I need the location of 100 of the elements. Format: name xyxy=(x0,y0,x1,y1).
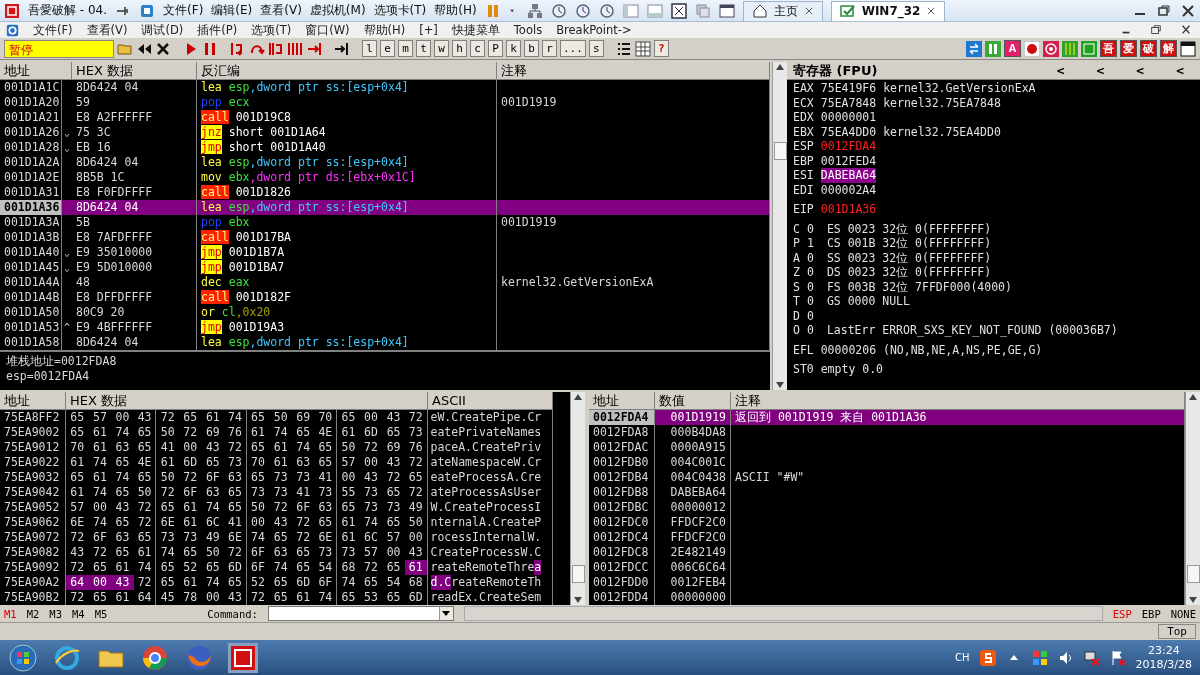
record-icon[interactable] xyxy=(1024,40,1040,57)
command-field[interactable] xyxy=(267,606,454,621)
grid-icon[interactable] xyxy=(634,40,651,57)
scroll-up-icon[interactable] xyxy=(776,64,784,70)
scroll-up-icon[interactable] xyxy=(1189,394,1197,400)
tab[interactable]: 主页 xyxy=(742,0,823,21)
plugin-button[interactable]: 破 xyxy=(1140,40,1157,57)
register-value[interactable]: 001D1A36 xyxy=(820,202,877,217)
register-value[interactable]: 75E419F6 xyxy=(820,81,877,96)
scroll-down-icon[interactable] xyxy=(574,597,582,603)
scrollbar[interactable] xyxy=(772,62,787,390)
register-value[interactable]: 75EA7848 xyxy=(820,95,877,110)
stack-row[interactable]: 0012FDA4 001D1919 返回到 001D1919 来自 001D1A36 xyxy=(589,410,1185,425)
disasm-row[interactable]: 001D1A21 E8 A2FFFFFF call 001D19C8 xyxy=(0,110,770,125)
plugin-button[interactable]: 吾 xyxy=(1100,40,1117,57)
menu-item[interactable]: 文件(F) xyxy=(33,22,73,38)
memory-mark[interactable]: M5 xyxy=(94,607,108,620)
register-value[interactable]: 75EA4DD0 xyxy=(820,124,877,139)
menu-item[interactable]: Tools xyxy=(513,23,543,37)
window-button[interactable]: s xyxy=(588,40,604,57)
window-button[interactable]: h xyxy=(452,40,467,57)
restore-icon[interactable] xyxy=(1148,24,1164,36)
target-icon[interactable] xyxy=(1043,40,1059,57)
menu-item[interactable]: 文件(F) xyxy=(163,2,204,19)
action-center-icon[interactable] xyxy=(1109,649,1126,666)
close-icon[interactable] xyxy=(1180,3,1196,18)
register-value[interactable]: 0012FDA4 xyxy=(820,139,877,154)
network-icon[interactable] xyxy=(1083,649,1100,666)
menu-item[interactable]: 选项(T) xyxy=(251,22,292,38)
plugin-button[interactable]: 解 xyxy=(1160,40,1177,57)
clock-icon[interactable] xyxy=(574,2,591,19)
column-header[interactable]: 地址 xyxy=(0,62,72,80)
clock-icon[interactable] xyxy=(550,2,567,19)
language-indicator[interactable]: CH xyxy=(955,652,970,663)
scrollbar[interactable] xyxy=(570,392,585,605)
disasm-row[interactable]: 001D1A4B E8 DFFDFFFF call 001D182F xyxy=(0,290,770,305)
menu-item[interactable]: 查看(V) xyxy=(260,2,302,19)
window-button[interactable]: w xyxy=(434,40,449,57)
disasm-row[interactable]: 001D1A40 ⌄ E9 35010000 jmp 001D1B7A xyxy=(0,245,770,260)
flag-value[interactable]: 0 xyxy=(806,221,814,236)
app-icon[interactable] xyxy=(228,642,258,673)
menu-item[interactable]: 编辑(E) xyxy=(211,2,253,19)
register-value[interactable]: 00000001 xyxy=(820,110,877,125)
network-icon[interactable] xyxy=(526,2,543,19)
plugin-button[interactable]: 爱 xyxy=(1120,40,1137,57)
flag-value[interactable]: 0 xyxy=(806,323,814,338)
window-button[interactable]: r xyxy=(542,40,557,57)
disasm-row[interactable]: 001D1A28 ⌄ EB 16 jmp short 001D1A40 xyxy=(0,140,770,155)
restore-icon[interactable] xyxy=(1156,3,1172,18)
column-header[interactable]: ASCII xyxy=(428,392,553,410)
window-button[interactable]: t xyxy=(416,40,431,57)
disasm-row[interactable]: 001D1A1C 8D6424 04 lea esp,dword ptr ss:[esp+0x4] xyxy=(0,80,770,95)
disasm-row[interactable]: 001D1A2A 8D6424 04 lea esp,dword ptr ss:[esp+0x4] xyxy=(0,155,770,170)
window-button[interactable]: l xyxy=(362,40,377,57)
goto-icon[interactable] xyxy=(334,40,350,57)
register-value[interactable]: DABEBA64 xyxy=(820,168,877,183)
window-icon[interactable] xyxy=(1180,40,1196,57)
menu-item[interactable]: 选项卡(T) xyxy=(373,2,427,19)
disasm-row[interactable]: 001D1A26 ⌄ 75 3C jnz short 001D1A64 xyxy=(0,125,770,140)
menu-item[interactable]: 插件(P) xyxy=(197,22,238,38)
flag-value[interactable]: 1 xyxy=(806,236,814,251)
menu-item[interactable]: 查看(V) xyxy=(86,22,128,38)
memory-mark[interactable]: M4 xyxy=(71,607,85,620)
flag-value[interactable]: 0 xyxy=(806,294,814,309)
nav-button[interactable]: < xyxy=(1046,63,1075,78)
pause-icon[interactable] xyxy=(985,40,1001,57)
refresh-icon[interactable] xyxy=(966,40,982,57)
execute-till-return-icon[interactable] xyxy=(306,40,322,57)
menu-item[interactable]: 窗口(W) xyxy=(305,22,350,38)
flag-value[interactable]: 0 xyxy=(806,279,814,294)
column-header[interactable]: HEX 数据 xyxy=(72,62,197,80)
column-header[interactable]: 地址 xyxy=(0,392,66,410)
disasm-row[interactable]: 001D1A45 ⌄ E9 5D010000 jmp 001D1BA7 xyxy=(0,260,770,275)
disasm-row[interactable]: 001D1A3B E8 7AFDFFFF call 001D17BA xyxy=(0,230,770,245)
pause-icon[interactable] xyxy=(202,40,218,57)
fullscreen-icon[interactable] xyxy=(670,2,687,19)
window-button[interactable]: e xyxy=(380,40,395,57)
menu-item[interactable]: [+] xyxy=(419,23,438,37)
window-button[interactable]: m xyxy=(398,40,413,57)
column-header[interactable]: 数值 xyxy=(655,392,731,410)
memory-mark[interactable]: M3 xyxy=(49,607,62,620)
scroll-down-icon[interactable] xyxy=(1189,597,1197,603)
register-value[interactable]: 000002A4 xyxy=(820,182,877,197)
stack-mode[interactable]: EBP xyxy=(1141,607,1161,620)
window-button[interactable]: ... xyxy=(560,40,586,57)
menu-item[interactable]: 帮助(H) xyxy=(363,22,406,38)
input-method-icon[interactable] xyxy=(979,649,996,666)
window-button[interactable]: k xyxy=(506,40,521,57)
start-button-icon[interactable] xyxy=(8,642,38,673)
menu-item[interactable]: 快捷菜单 xyxy=(451,22,500,38)
plugin-button[interactable]: A xyxy=(1004,40,1021,57)
help-button[interactable]: ? xyxy=(653,40,669,57)
scroll-thumb[interactable] xyxy=(1186,564,1200,583)
window-button[interactable]: c xyxy=(470,40,485,57)
scroll-thumb[interactable] xyxy=(773,142,787,160)
nav-button[interactable]: < xyxy=(1126,63,1155,78)
caret-icon[interactable] xyxy=(442,611,451,616)
flag-value[interactable]: 0 xyxy=(806,250,814,265)
disasm-row[interactable]: 001D1A36 8D6424 04 lea esp,dword ptr ss:[esp+0x4] xyxy=(0,200,770,215)
window-button[interactable]: P xyxy=(488,40,503,57)
